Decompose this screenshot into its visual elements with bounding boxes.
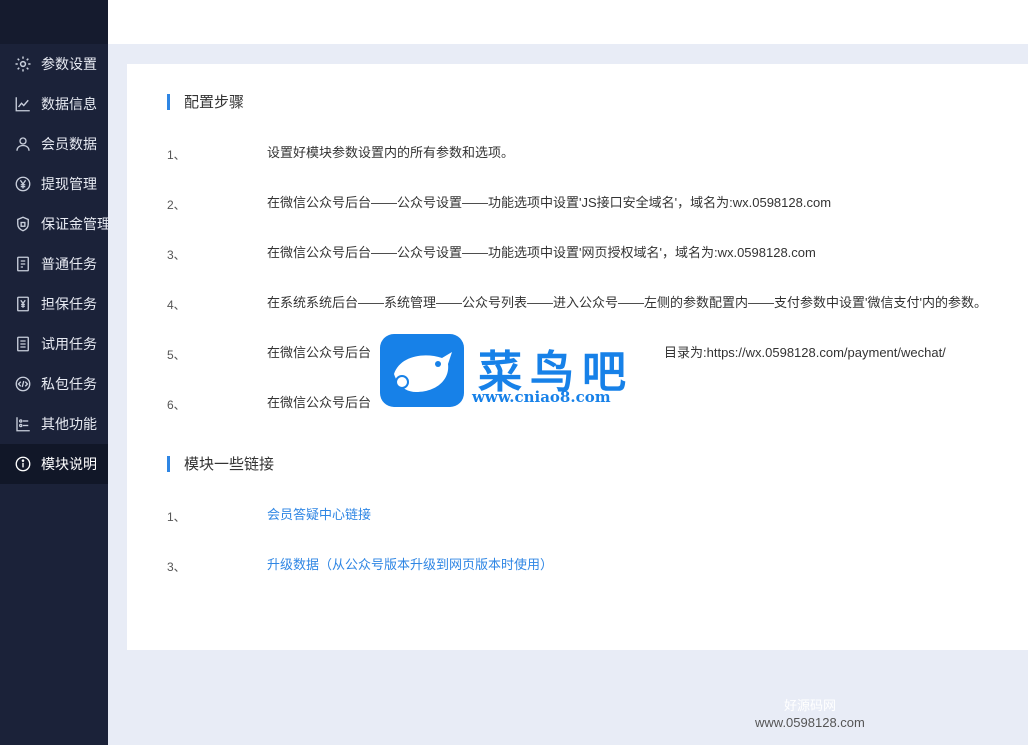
title-accent-bar xyxy=(167,455,170,472)
watermark-url: www.cniao8.com xyxy=(472,388,611,406)
step-text: 设置好模块参数设置内的所有参数和选项。 xyxy=(267,145,515,160)
footer-brand: 好源码网 xyxy=(784,698,837,713)
step-number: 2、 xyxy=(167,198,186,212)
sidebar-item-label: 试用任务 xyxy=(41,336,97,352)
sidebar-item-label: 普通任务 xyxy=(41,256,97,272)
config-section-title: 配置步骤 xyxy=(167,91,244,112)
sidebar-item-label: 参数设置 xyxy=(41,56,97,72)
yen-circle-icon xyxy=(14,175,32,193)
sidebar-item-data-info[interactable]: 数据信息 xyxy=(0,84,108,124)
section-title-text: 模块一些链接 xyxy=(184,456,275,473)
sidebar-item-normal-task[interactable]: 普通任务 xyxy=(0,244,108,284)
step-number: 3、 xyxy=(167,248,186,262)
step-text-suffix: 目录为:https://wx.0598128.com/payment/wecha… xyxy=(664,345,946,360)
sidebar-item-other-functions[interactable]: 其他功能 xyxy=(0,404,108,444)
sidebar-item-label: 模块说明 xyxy=(41,456,97,472)
sidebar-item-label: 保证金管理 xyxy=(41,216,111,232)
step-text: 在微信公众号后台——公众号设置——功能选项中设置'网页授权域名'，域名为:wx.… xyxy=(267,245,816,260)
sidebar-item-guarantee-task[interactable]: 担保任务 xyxy=(0,284,108,324)
links-section-title: 模块一些链接 xyxy=(167,453,274,474)
yen-document-icon xyxy=(14,295,32,313)
list-icon xyxy=(14,335,32,353)
top-header xyxy=(108,0,1028,44)
step-number: 6、 xyxy=(167,398,186,412)
step-text: 在微信公众号后台——公众号设置——功能选项中设置'JS接口安全域名'，域名为:w… xyxy=(267,195,832,210)
sidebar-item-member-data[interactable]: 会员数据 xyxy=(0,124,108,164)
step-row: 3、 在微信公众号后台——公众号设置——功能选项中设置'网页授权域名'，域名为:… xyxy=(167,242,1028,262)
step-row: 4、 在系统系统后台——系统管理——公众号列表——进入公众号——左侧的参数配置内… xyxy=(167,292,1028,312)
info-icon xyxy=(14,455,32,473)
footer-url[interactable]: www.0598128.com xyxy=(755,715,865,730)
section-title-text: 配置步骤 xyxy=(184,94,245,111)
step-number: 4、 xyxy=(167,298,186,312)
sidebar: 参数设置 数据信息 会员数据 提现管理 保证金管理 普通任务 担保任务 试用任务… xyxy=(0,0,111,745)
sidebar-item-label: 私包任务 xyxy=(41,376,97,392)
line-chart-icon xyxy=(14,95,32,113)
user-icon xyxy=(14,135,32,153)
sidebar-item-deposit[interactable]: 保证金管理 xyxy=(0,204,111,244)
step-number: 1、 xyxy=(167,148,186,162)
shield-icon xyxy=(14,215,32,233)
step-text: 在系统系统后台——系统管理——公众号列表——进入公众号——左侧的参数配置内——支… xyxy=(267,295,987,310)
step-text: 在微信公众号后台 xyxy=(267,345,372,360)
upgrade-data-link[interactable]: 升级数据（从公众号版本升级到网页版本时使用） xyxy=(267,554,553,573)
gear-icon xyxy=(14,55,32,73)
sidebar-item-label: 数据信息 xyxy=(41,96,97,112)
link-row: 1、 会员答疑中心链接 xyxy=(167,504,1028,524)
watermark-logo: 菜鸟吧 www.cniao8.com xyxy=(380,334,655,410)
step-row: 2、 在微信公众号后台——公众号设置——功能选项中设置'JS接口安全域名'，域名… xyxy=(167,192,1028,212)
step-number: 5、 xyxy=(167,348,186,362)
link-row: 3、 升级数据（从公众号版本升级到网页版本时使用） xyxy=(167,554,1028,574)
step-text: 在微信公众号后台 xyxy=(267,395,372,410)
sidebar-item-withdraw[interactable]: 提现管理 xyxy=(0,164,108,204)
title-accent-bar xyxy=(167,93,170,110)
link-number: 3、 xyxy=(167,560,186,574)
sidebar-item-param-settings[interactable]: 参数设置 xyxy=(0,44,108,84)
sidebar-item-label: 提现管理 xyxy=(41,176,97,192)
code-circle-icon xyxy=(14,375,32,393)
sidebar-item-private-task[interactable]: 私包任务 xyxy=(0,364,108,404)
step-row: 1、 设置好模块参数设置内的所有参数和选项。 xyxy=(167,142,1028,162)
link-number: 1、 xyxy=(167,510,186,524)
sidebar-header xyxy=(0,0,108,44)
document-icon xyxy=(14,255,32,273)
sidebar-item-label: 其他功能 xyxy=(41,416,97,432)
member-faq-link[interactable]: 会员答疑中心链接 xyxy=(267,504,371,523)
sidebar-item-label: 担保任务 xyxy=(41,296,97,312)
sidebar-item-label: 会员数据 xyxy=(41,136,97,152)
sidebar-item-module-info[interactable]: 模块说明 xyxy=(0,444,108,484)
bird-logo-icon xyxy=(380,334,464,407)
sidebar-item-trial-task[interactable]: 试用任务 xyxy=(0,324,108,364)
settings-list-icon xyxy=(14,415,32,433)
